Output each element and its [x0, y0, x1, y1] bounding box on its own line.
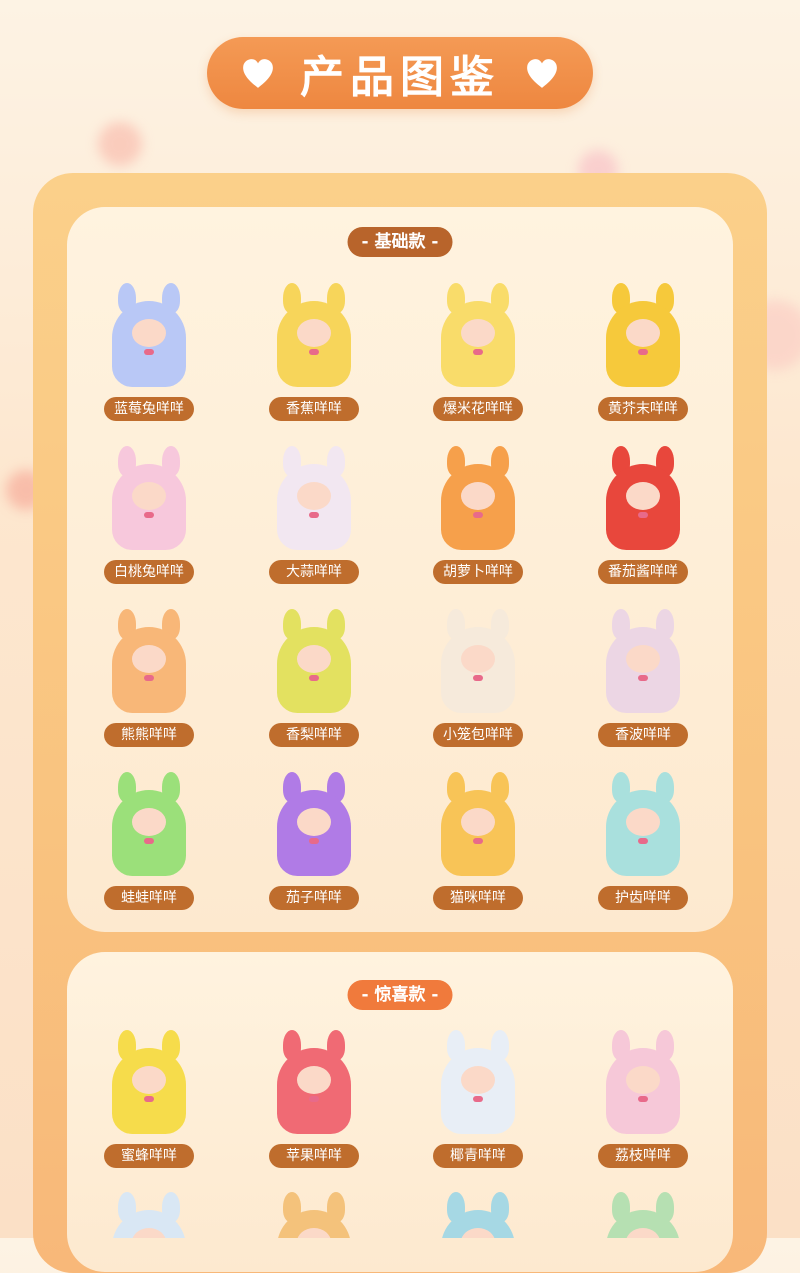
- product-item[interactable]: 椰青咩咩: [398, 1026, 558, 1176]
- product-item[interactable]: 苹果咩咩: [234, 1026, 394, 1176]
- figure-image: [104, 1188, 194, 1238]
- product-label: 蛙蛙咩咩: [104, 886, 194, 910]
- product-label: 大蒜咩咩: [269, 560, 359, 584]
- product-item[interactable]: 小笼包咩咩: [398, 605, 558, 755]
- figure-image: [433, 768, 523, 878]
- product-label: 白桃兔咩咩: [104, 560, 194, 584]
- figure-image: [269, 442, 359, 552]
- product-label: 苹果咩咩: [269, 1144, 359, 1168]
- product-item[interactable]: 茄子咩咩: [234, 768, 394, 918]
- product-label: 猫咪咩咩: [433, 886, 523, 910]
- basic-section: - 基础款 - 蓝莓兔咩咩 香蕉咩咩 爆米花咩咩 黄芥末咩咩 白桃兔咩咩 大蒜咩咩 胡萝卜咩…: [67, 207, 733, 932]
- figure-image: [104, 279, 194, 389]
- heart-icon: [243, 59, 273, 88]
- figure-image: [433, 1026, 523, 1136]
- product-label: 黄芥末咩咩: [598, 397, 688, 421]
- product-item[interactable]: 猫咪咩咩: [398, 768, 558, 918]
- figure-image: [104, 1026, 194, 1136]
- product-item[interactable]: 护齿咩咩: [563, 768, 723, 918]
- figure-image: [433, 605, 523, 715]
- product-label: 香梨咩咩: [269, 723, 359, 747]
- product-item[interactable]: [69, 1188, 229, 1238]
- product-item[interactable]: [398, 1188, 558, 1238]
- product-label: 茄子咩咩: [269, 886, 359, 910]
- product-item[interactable]: 熊熊咩咩: [69, 605, 229, 755]
- product-item[interactable]: 大蒜咩咩: [234, 442, 394, 592]
- product-label: 小笼包咩咩: [433, 723, 523, 747]
- product-item[interactable]: 荔枝咩咩: [563, 1026, 723, 1176]
- product-item[interactable]: 爆米花咩咩: [398, 279, 558, 429]
- product-label: 番茄酱咩咩: [598, 560, 688, 584]
- product-item[interactable]: 番茄酱咩咩: [563, 442, 723, 592]
- figure-image: [104, 605, 194, 715]
- figure-image: [598, 279, 688, 389]
- figure-image: [433, 1188, 523, 1238]
- product-item[interactable]: 香波咩咩: [563, 605, 723, 755]
- figure-image: [598, 605, 688, 715]
- product-label: 爆米花咩咩: [433, 397, 523, 421]
- figure-image: [269, 279, 359, 389]
- basic-grid: 蓝莓兔咩咩 香蕉咩咩 爆米花咩咩 黄芥末咩咩白桃兔咩咩 大蒜咩咩 胡萝卜咩咩 番茄酱咩咩熊熊…: [67, 207, 733, 932]
- figure-image: [269, 1026, 359, 1136]
- product-item[interactable]: 胡萝卜咩咩: [398, 442, 558, 592]
- figure-image: [598, 1026, 688, 1136]
- figure-image: [269, 605, 359, 715]
- product-item[interactable]: 香梨咩咩: [234, 605, 394, 755]
- figure-image: [104, 768, 194, 878]
- product-item[interactable]: 白桃兔咩咩: [69, 442, 229, 592]
- product-item[interactable]: 蓝莓兔咩咩: [69, 279, 229, 429]
- product-label: 香波咩咩: [598, 723, 688, 747]
- product-label: 熊熊咩咩: [104, 723, 194, 747]
- product-label: 蜜蜂咩咩: [104, 1144, 194, 1168]
- figure-image: [104, 442, 194, 552]
- heart-icon: [527, 59, 557, 88]
- product-item[interactable]: 黄芥末咩咩: [563, 279, 723, 429]
- product-item[interactable]: 蛙蛙咩咩: [69, 768, 229, 918]
- product-item[interactable]: 香蕉咩咩: [234, 279, 394, 429]
- product-label: 蓝莓兔咩咩: [104, 397, 194, 421]
- figure-image: [598, 768, 688, 878]
- product-item[interactable]: [563, 1188, 723, 1238]
- product-label: 香蕉咩咩: [269, 397, 359, 421]
- product-label: 护齿咩咩: [598, 886, 688, 910]
- product-label: 胡萝卜咩咩: [433, 560, 523, 584]
- product-item[interactable]: 蜜蜂咩咩: [69, 1026, 229, 1176]
- page-title-banner: 产品图鉴: [207, 37, 593, 109]
- figure-image: [269, 1188, 359, 1238]
- decor-blob: [98, 122, 142, 166]
- product-item[interactable]: [234, 1188, 394, 1238]
- figure-image: [598, 1188, 688, 1238]
- surprise-grid: 蜜蜂咩咩 苹果咩咩 椰青咩咩 荔枝咩咩: [67, 952, 733, 1272]
- figure-image: [433, 279, 523, 389]
- figure-image: [269, 768, 359, 878]
- page-title: 产品图鉴: [300, 52, 500, 103]
- figure-image: [433, 442, 523, 552]
- product-label: 荔枝咩咩: [598, 1144, 688, 1168]
- product-label: 椰青咩咩: [433, 1144, 523, 1168]
- figure-image: [598, 442, 688, 552]
- surprise-section: - 惊喜款 - 蜜蜂咩咩 苹果咩咩 椰青咩咩 荔枝咩咩: [67, 952, 733, 1272]
